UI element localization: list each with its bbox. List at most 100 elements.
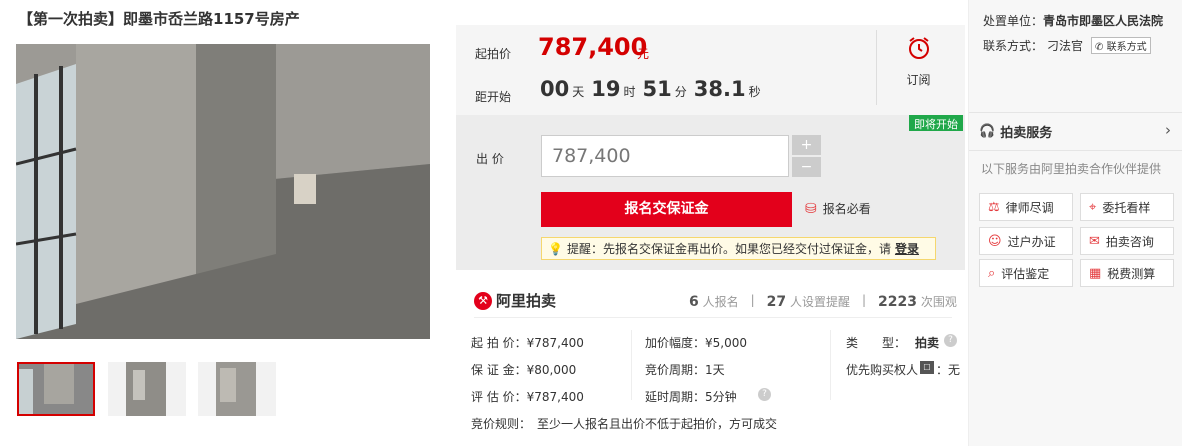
brand-name: 阿里拍卖 — [496, 292, 557, 310]
start-price-unit: 元 — [637, 47, 650, 61]
stat-views-num: 2223 — [878, 294, 917, 310]
divider — [876, 30, 877, 105]
countdown-minutes: 51 — [642, 77, 672, 101]
service-desc: 以下服务由阿里拍卖合作伙伴提供 — [981, 162, 1162, 176]
main-property-image[interactable] — [16, 44, 430, 339]
phone-icon: ✆ — [1095, 42, 1104, 53]
minutes-unit: 分 — [674, 85, 687, 99]
stat-reminders: 27 人设置提醒 — [767, 293, 850, 310]
subscribe-button[interactable]: 订阅 — [896, 35, 941, 88]
service-appraise-button[interactable]: ⌕ 评估鉴定 — [979, 259, 1073, 287]
days-unit: 天 — [572, 85, 585, 99]
service-title: 拍卖服务 — [1000, 126, 1053, 141]
countdown-timer: 00 天 19 时 51 分 38.1 秒 — [540, 77, 761, 101]
bid-plus-button[interactable]: + — [792, 135, 821, 155]
chevron-right-icon[interactable]: › — [1165, 121, 1171, 139]
divider — [631, 330, 632, 400]
tip-bar: 💡 提醒：先报名交保证金再出价。如果您已经交付过保证金，请 登录 — [541, 237, 936, 260]
detail-type-label: 类 型： — [846, 336, 907, 350]
service-transfer-button[interactable]: ☺ 过户办证 — [979, 227, 1073, 255]
divider — [830, 330, 831, 400]
detail-increment: 加价幅度：¥5,000 — [645, 336, 747, 350]
stat-signups-num: 6 — [689, 294, 699, 310]
right-sidebar: 处置单位：青岛市即墨区人民法院 联系方式： 刁法官 ✆ 联系方式 🎧 拍卖服务 … — [968, 0, 1182, 446]
detail-appraise: 评 估 价：¥787,400 — [471, 390, 584, 404]
stats-bar: 6 人报名 | 27 人设置提醒 | 2223 次围观 — [689, 293, 957, 310]
thumbnail-1[interactable] — [17, 362, 95, 416]
countdown-seconds: 38.1 — [693, 77, 746, 101]
countdown-label: 距开始 — [475, 90, 512, 104]
start-price-value: 787,400 — [538, 33, 648, 61]
thumbnail-3[interactable] — [198, 362, 276, 416]
service-viewing-button[interactable]: ⌖ 委托看样 — [1080, 193, 1174, 221]
hammer-icon: ⚒ — [474, 291, 492, 310]
divider — [969, 112, 1182, 113]
stat-views-label: 次围观 — [920, 295, 957, 309]
detail-type-value: 拍卖 — [915, 336, 940, 350]
detail-rule: 竞价规则： 至少一人报名且出价不低于起拍价，方可成交 — [471, 417, 778, 431]
org-label: 处置单位： — [983, 14, 1044, 28]
page-title: 【第一次拍卖】即墨市岙兰路1157号房产 — [18, 10, 300, 28]
must-read-link[interactable]: ⛁ 报名必看 — [805, 200, 871, 217]
contact-row: 联系方式： 刁法官 ✆ 联系方式 — [983, 37, 1151, 54]
countdown-hours: 19 — [591, 77, 621, 101]
bid-panel: 即将开始 出 价 + − 报名交保证金 ⛁ 报名必看 💡 提醒：先报名交保证金再… — [456, 115, 965, 270]
hours-unit: 时 — [623, 85, 636, 99]
contact-button[interactable]: ✆ 联系方式 — [1091, 37, 1151, 54]
auction-info-panel: ⚒ 阿里拍卖 6 人报名 | 27 人设置提醒 | 2223 次围观 起 拍 价… — [456, 272, 965, 446]
detail-priority-label: 优先购买权人 — [846, 363, 919, 377]
brand-logo: ⚒ 阿里拍卖 — [474, 290, 556, 311]
bid-label: 出 价 — [476, 152, 504, 166]
service-label: 过户办证 — [1007, 234, 1056, 249]
coins-icon: ⛁ — [805, 200, 817, 217]
bid-input[interactable] — [541, 135, 789, 177]
lawyer-icon: ⚖ — [988, 199, 1000, 215]
login-link[interactable]: 登录 — [895, 240, 919, 257]
help-icon[interactable]: ? — [944, 334, 957, 347]
service-label: 律师尽调 — [1005, 200, 1054, 215]
service-label: 委托看样 — [1102, 200, 1151, 215]
contact-button-label: 联系方式 — [1106, 42, 1147, 53]
alarm-clock-icon — [908, 37, 929, 59]
service-label: 税费测算 — [1107, 266, 1156, 281]
service-lawyer-button[interactable]: ⚖ 律师尽调 — [979, 193, 1073, 221]
location-pin-icon: ⌖ — [1089, 199, 1097, 215]
detail-deposit: 保 证 金：¥80,000 — [471, 363, 577, 377]
must-read-label: 报名必看 — [822, 202, 871, 216]
bulb-icon: 💡 — [548, 241, 563, 256]
tip-text: 提醒：先报名交保证金再出价。如果您已经交付过保证金，请 — [566, 242, 891, 256]
price-panel: 起拍价 787,400 元 距开始 00 天 19 时 51 分 38.1 秒 订阅 — [456, 25, 965, 115]
magnifier-icon: ⌕ — [988, 265, 996, 281]
contact-name: 刁法官 — [1047, 39, 1084, 53]
user-icon: ☺ — [988, 233, 1002, 249]
stat-reminders-num: 27 — [766, 294, 787, 310]
deposit-button[interactable]: 报名交保证金 — [541, 192, 792, 227]
detail-period: 竞价周期：1天 — [645, 363, 725, 377]
service-tax-button[interactable]: ▦ 税费测算 — [1080, 259, 1174, 287]
soon-badge: 即将开始 — [909, 115, 963, 131]
org-value[interactable]: 青岛市即墨区人民法院 — [1043, 14, 1163, 28]
detail-delay: 延时周期：5分钟 — [645, 390, 737, 404]
stat-reminders-label: 人设置提醒 — [789, 295, 850, 309]
service-label: 评估鉴定 — [1001, 266, 1050, 281]
service-header[interactable]: 🎧 拍卖服务 — [979, 122, 1052, 141]
contact-label: 联系方式： — [983, 39, 1044, 53]
countdown-days: 00 — [540, 77, 570, 101]
stat-views: 2223 次围观 — [878, 293, 957, 310]
divider — [474, 317, 952, 318]
priority-badge-icon: ☐ — [920, 361, 934, 374]
service-consult-button[interactable]: ✉ 拍卖咨询 — [1080, 227, 1174, 255]
thumbnail-2[interactable] — [108, 362, 186, 416]
seconds-unit: 秒 — [748, 85, 761, 99]
help-icon[interactable]: ? — [758, 388, 771, 401]
stat-signups-label: 人报名 — [702, 295, 739, 309]
start-price-label: 起拍价 — [475, 47, 512, 61]
stat-sep: | — [750, 293, 755, 307]
bid-minus-button[interactable]: − — [792, 157, 821, 177]
chat-icon: ✉ — [1089, 233, 1100, 249]
calculator-icon: ▦ — [1089, 265, 1102, 281]
org-row: 处置单位：青岛市即墨区人民法院 — [983, 12, 1163, 29]
auction-page: 【第一次拍卖】即墨市岙兰路1157号房产 起拍价 787,400 元 距开始 0… — [0, 0, 1182, 446]
subscribe-label: 订阅 — [906, 73, 931, 87]
headset-icon: 🎧 — [979, 124, 996, 139]
